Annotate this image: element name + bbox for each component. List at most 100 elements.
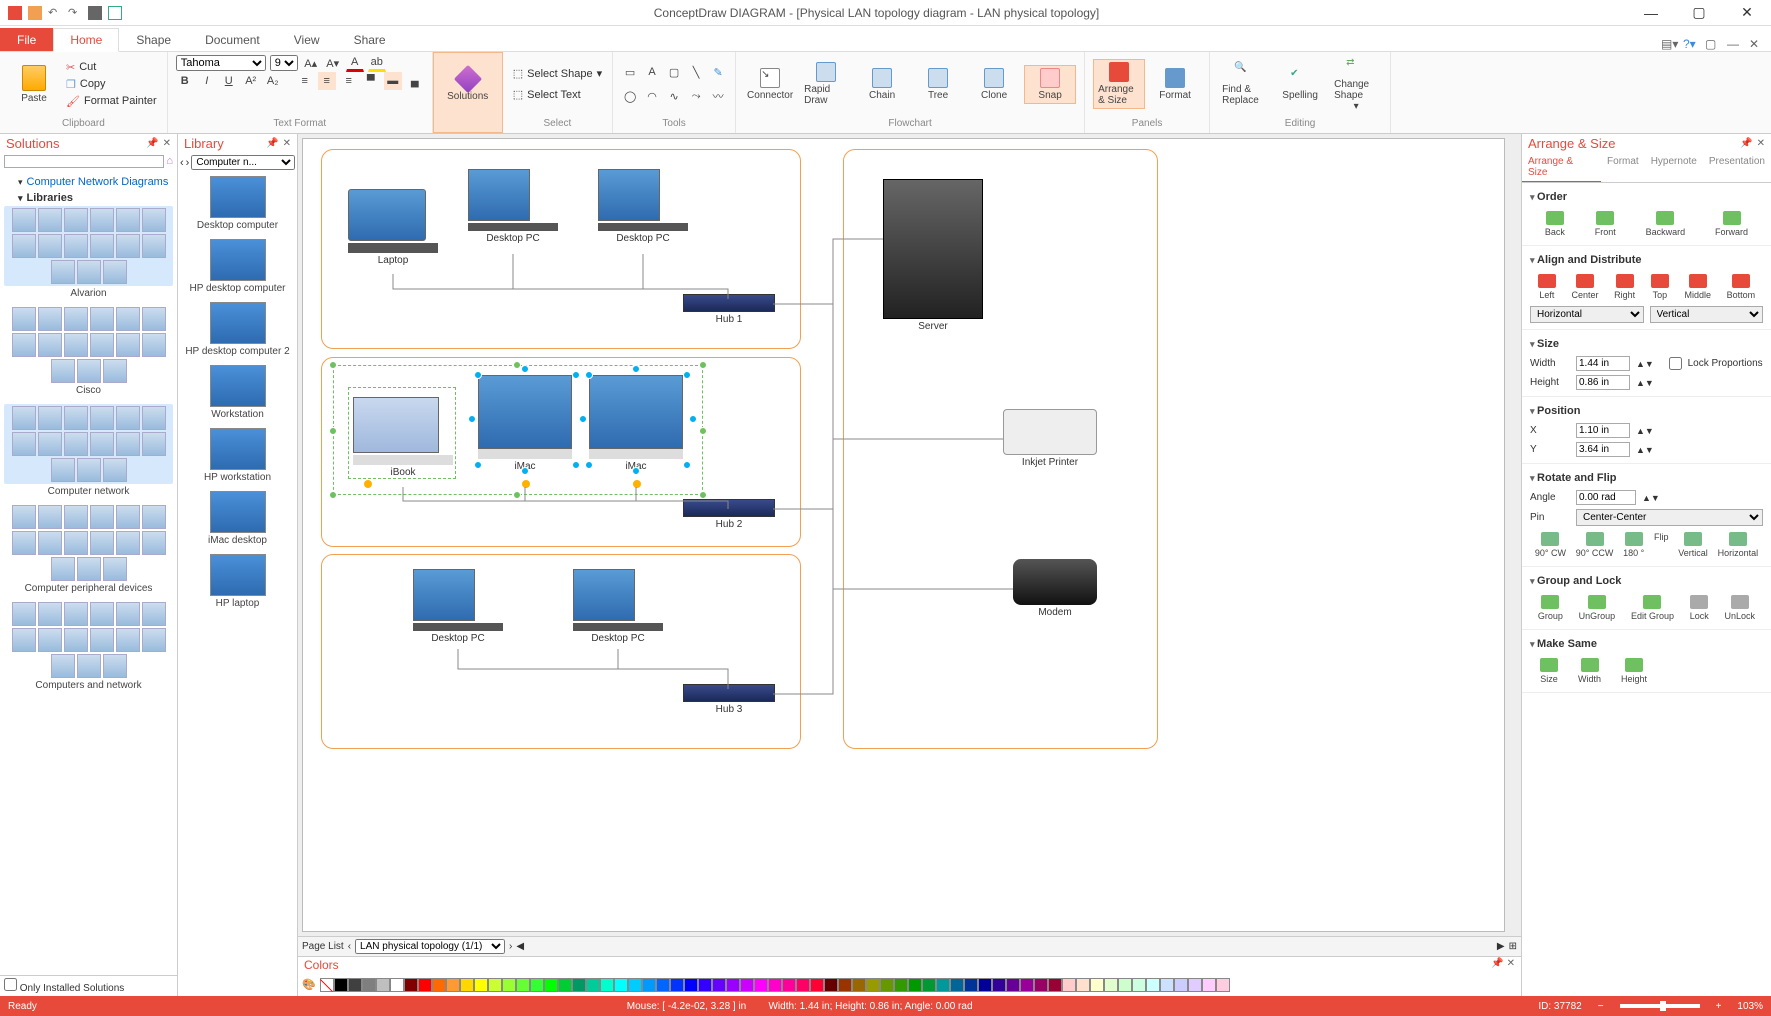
same-height-button[interactable]: Height — [1621, 658, 1647, 684]
color-swatch[interactable] — [1020, 978, 1034, 992]
qat-preview-icon[interactable] — [108, 6, 122, 20]
height-input[interactable] — [1576, 375, 1630, 390]
shape-thumbnail[interactable] — [12, 505, 36, 529]
find-replace-button[interactable]: 🔍Find & Replace — [1218, 60, 1270, 108]
color-swatch[interactable] — [1118, 978, 1132, 992]
arrange-tab-presentation[interactable]: Presentation — [1703, 153, 1771, 182]
select-shape-button[interactable]: ⬚Select Shape ▾ — [511, 66, 604, 81]
zoom-in-icon[interactable]: + — [1716, 1001, 1722, 1012]
group-button[interactable]: Group — [1538, 595, 1563, 621]
snap-button[interactable]: Snap — [1024, 65, 1076, 104]
shape-thumbnail[interactable] — [64, 333, 88, 357]
pin-icon[interactable]: 📌 — [1740, 138, 1752, 149]
shape-thumbnail[interactable] — [142, 531, 166, 555]
color-swatch[interactable] — [362, 978, 376, 992]
spelling-button[interactable]: ✔Spelling — [1274, 66, 1326, 103]
shape-thumbnail[interactable] — [38, 406, 62, 430]
qat-undo-icon[interactable]: ↶ — [48, 6, 62, 20]
library-item[interactable]: HP laptop — [182, 554, 293, 609]
page-selector[interactable]: LAN physical topology (1/1) — [355, 939, 505, 954]
superscript-button[interactable]: A² — [242, 72, 260, 90]
library-item[interactable]: Workstation — [182, 365, 293, 420]
qat-bookmark-icon[interactable] — [28, 6, 42, 20]
shape-thumbnail[interactable] — [64, 602, 88, 626]
library-item[interactable]: HP desktop computer — [182, 239, 293, 294]
page-prev-icon[interactable]: ‹ — [348, 941, 351, 952]
shape-thumbnail[interactable] — [38, 307, 62, 331]
shape-thumbnail[interactable] — [38, 628, 62, 652]
drawing-canvas[interactable]: Laptop Desktop PC Desktop PC Hub 1 iBook… — [302, 138, 1505, 932]
shape-thumbnail[interactable] — [12, 208, 36, 232]
panel-close-icon[interactable]: ✕ — [1507, 958, 1515, 969]
home-icon[interactable]: ⌂ — [166, 155, 173, 168]
shape-thumbnail[interactable] — [116, 208, 140, 232]
shape-thumbnail[interactable] — [51, 557, 75, 581]
chain-button[interactable]: Chain — [856, 66, 908, 103]
cut-button[interactable]: ✂Cut — [64, 60, 159, 75]
color-swatch[interactable] — [1104, 978, 1118, 992]
align-middle-button[interactable]: Middle — [1684, 274, 1711, 300]
color-swatch[interactable] — [852, 978, 866, 992]
copy-button[interactable]: ❐Copy — [64, 77, 159, 92]
shape-thumbnail[interactable] — [38, 432, 62, 456]
color-swatch[interactable] — [740, 978, 754, 992]
tab-home[interactable]: Home — [53, 28, 119, 52]
shape-thumbnail[interactable] — [142, 505, 166, 529]
shape-thumbnail[interactable] — [77, 557, 101, 581]
decrease-font-icon[interactable]: A▾ — [324, 54, 342, 72]
align-right-button[interactable]: Right — [1614, 274, 1635, 300]
increase-font-icon[interactable]: A▴ — [302, 54, 320, 72]
arrange-tab-hypernote[interactable]: Hypernote — [1645, 153, 1703, 182]
color-swatch[interactable] — [782, 978, 796, 992]
flip-vertical-button[interactable]: Vertical — [1678, 532, 1708, 558]
shape-thumbnail[interactable] — [38, 333, 62, 357]
tab-view[interactable]: View — [277, 28, 337, 51]
angle-input[interactable] — [1576, 490, 1636, 505]
color-swatch[interactable] — [1132, 978, 1146, 992]
color-swatch[interactable] — [922, 978, 936, 992]
order-forward-button[interactable]: Forward — [1715, 211, 1748, 237]
tree-node-libraries[interactable]: Libraries — [4, 190, 173, 206]
color-swatch[interactable] — [446, 978, 460, 992]
shape-thumbnail[interactable] — [12, 602, 36, 626]
color-swatch[interactable] — [992, 978, 1006, 992]
highlight-icon[interactable]: ab — [368, 54, 386, 72]
shape-thumbnail[interactable] — [103, 557, 127, 581]
collapse-ribbon-icon[interactable]: ▢ — [1705, 37, 1719, 51]
ungroup-button[interactable]: UnGroup — [1579, 595, 1616, 621]
color-swatch[interactable] — [334, 978, 348, 992]
shape-thumbnail[interactable] — [142, 208, 166, 232]
shape-thumbnail[interactable] — [103, 359, 127, 383]
align-left-icon[interactable]: ≡ — [296, 72, 314, 90]
color-swatch[interactable] — [1146, 978, 1160, 992]
library-item[interactable]: iMac desktop — [182, 491, 293, 546]
shape-thumbnail[interactable] — [64, 234, 88, 258]
shape-thumbnail[interactable] — [64, 628, 88, 652]
valign-middle-icon[interactable]: ▬ — [384, 72, 402, 90]
tab-share[interactable]: Share — [337, 28, 403, 51]
shape-thumbnail[interactable] — [90, 406, 114, 430]
color-swatch[interactable] — [432, 978, 446, 992]
color-swatch[interactable] — [1188, 978, 1202, 992]
color-swatch[interactable] — [838, 978, 852, 992]
distribute-horizontal-select[interactable]: Horizontal — [1530, 306, 1644, 323]
shape-thumbnail[interactable] — [116, 602, 140, 626]
tool-spline-icon[interactable]: 〰 — [709, 87, 727, 105]
shape-thumbnail[interactable] — [116, 406, 140, 430]
pin-select[interactable]: Center-Center — [1576, 509, 1763, 526]
close-button[interactable]: ✕ — [1727, 1, 1767, 25]
shape-thumbnail[interactable] — [116, 333, 140, 357]
only-installed-checkbox[interactable] — [4, 978, 17, 991]
panel-close-icon[interactable]: ✕ — [163, 138, 171, 149]
bold-button[interactable]: B — [176, 72, 194, 90]
shape-thumbnail[interactable] — [90, 602, 114, 626]
color-swatch[interactable] — [1034, 978, 1048, 992]
shape-thumbnail[interactable] — [116, 531, 140, 555]
color-swatch[interactable] — [404, 978, 418, 992]
flip-horizontal-button[interactable]: Horizontal — [1718, 532, 1759, 558]
align-center-button[interactable]: Center — [1571, 274, 1598, 300]
pos-y-input[interactable] — [1576, 442, 1630, 457]
shape-thumbnail[interactable] — [12, 307, 36, 331]
rotate-180-button[interactable]: 180 ° — [1623, 532, 1644, 558]
color-swatch[interactable] — [642, 978, 656, 992]
